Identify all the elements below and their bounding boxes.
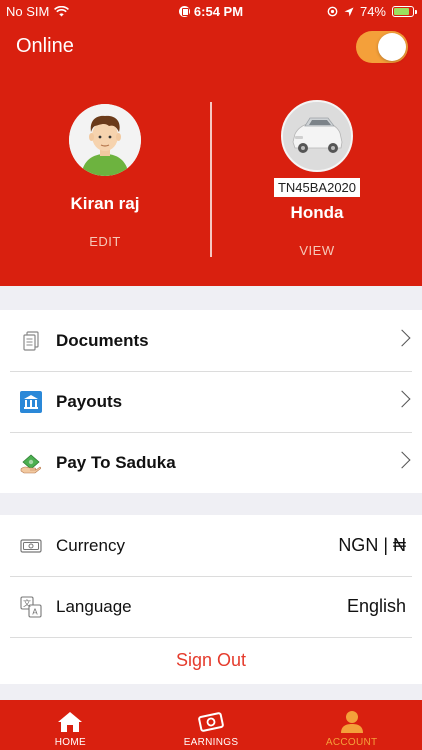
payouts-row[interactable]: Payouts: [0, 371, 422, 432]
currency-icon: [20, 535, 42, 557]
view-vehicle-link[interactable]: VIEW: [212, 243, 422, 258]
tab-earnings-label: EARNINGS: [183, 737, 239, 748]
account-menu: Documents Payouts Pay To Saduka: [0, 310, 422, 493]
translate-icon: 文 A: [20, 595, 42, 618]
chevron-right-icon: [393, 451, 411, 469]
payouts-label: Payouts: [56, 391, 123, 411]
documents-icon: [20, 330, 42, 352]
tab-earnings[interactable]: EARNINGS: [141, 700, 282, 750]
car-icon: [283, 102, 351, 170]
battery-icon: [392, 6, 417, 17]
account-icon: [340, 711, 363, 733]
edit-profile-link[interactable]: EDIT: [0, 234, 210, 249]
chevron-right-icon: [393, 329, 411, 347]
currency-row[interactable]: Currency NGN | ₦: [0, 515, 422, 576]
location-icon: [344, 7, 354, 16]
language-label: Language: [56, 596, 132, 616]
driver-avatar[interactable]: [69, 104, 141, 176]
vehicle-name: Honda: [290, 203, 344, 222]
toggle-knob: [378, 33, 406, 61]
svg-text:A: A: [32, 607, 38, 616]
home-icon: [58, 712, 83, 732]
pay-to-saduka-row[interactable]: Pay To Saduka: [0, 432, 422, 493]
documents-row[interactable]: Documents: [0, 310, 422, 371]
signout-row[interactable]: Sign Out: [0, 637, 422, 684]
bank-icon: [20, 390, 42, 413]
pay-to-saduka-label: Pay To Saduka: [56, 452, 176, 472]
vehicle-avatar[interactable]: [281, 100, 353, 172]
account-header: Online Kiran raj EDIT TN45BA2020 Honda V…: [0, 22, 422, 286]
driver-name: Kiran raj: [70, 194, 140, 213]
language-row[interactable]: 文 A Language English: [0, 576, 422, 637]
online-toggle[interactable]: [356, 31, 408, 63]
status-bar: No SIM 6:54 PM 74%: [0, 0, 422, 22]
profile-section: Kiran raj EDIT: [0, 104, 210, 249]
language-value: English: [346, 596, 406, 616]
online-label: Online: [16, 35, 74, 57]
orientation-lock-icon: [178, 6, 190, 17]
settings-list: Currency NGN | ₦ 文 A Language English Si…: [0, 515, 422, 684]
status-right: 74%: [327, 4, 417, 19]
svg-text:文: 文: [23, 598, 31, 608]
rotation-icon: [327, 6, 338, 17]
earnings-icon: [198, 712, 224, 732]
chevron-right-icon: [393, 390, 411, 408]
battery-text: 74%: [359, 4, 386, 19]
sign-out-button[interactable]: Sign Out: [176, 650, 246, 671]
vehicle-section: TN45BA2020 Honda VIEW: [212, 100, 422, 258]
license-plate: TN45BA2020: [273, 178, 361, 197]
time-text: 6:54 PM: [193, 4, 244, 19]
person-avatar-icon: [69, 104, 141, 176]
tab-home[interactable]: HOME: [0, 700, 141, 750]
money-hand-icon: [20, 452, 42, 474]
currency-label: Currency: [56, 535, 125, 555]
currency-value: NGN | ₦: [338, 535, 406, 555]
tab-account-label: ACCOUNT: [325, 737, 378, 748]
tab-bar: HOME EARNINGS ACCOUNT: [0, 700, 422, 750]
documents-label: Documents: [56, 330, 149, 350]
tab-home-label: HOME: [54, 737, 86, 748]
tab-account[interactable]: ACCOUNT: [281, 700, 422, 750]
